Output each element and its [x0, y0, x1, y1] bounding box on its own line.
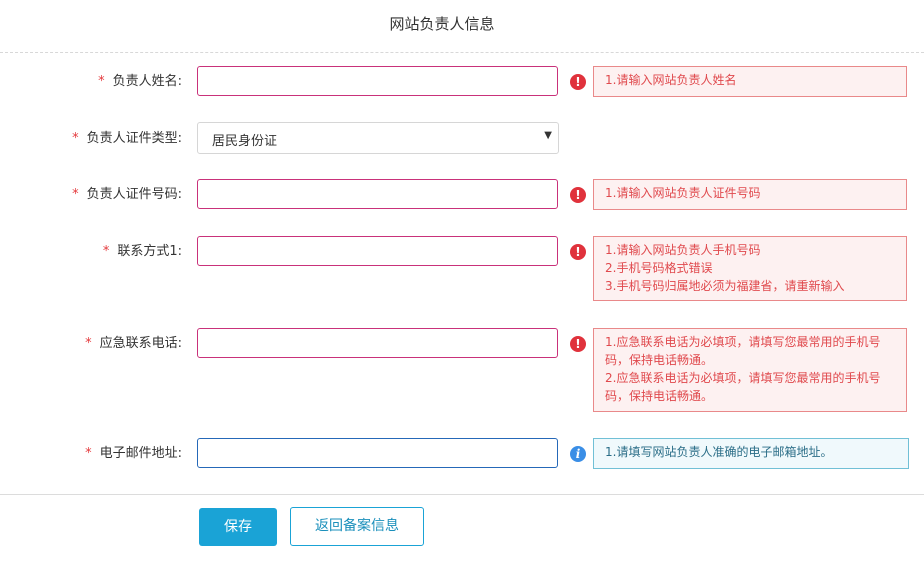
error-icon: !	[570, 74, 586, 90]
error-icon: !	[570, 336, 586, 352]
back-to-filing-info-button[interactable]: 返回备案信息	[290, 507, 424, 546]
phone-error-message: 1.请输入网站负责人手机号码 2.手机号码格式错误 3.手机号码归属地必须为福建…	[593, 236, 907, 301]
footer-divider	[0, 494, 924, 495]
required-star: *	[102, 244, 110, 259]
save-button[interactable]: 保存	[199, 508, 277, 546]
name-input[interactable]	[197, 66, 558, 96]
required-star: *	[72, 187, 79, 202]
error-icon: !	[570, 187, 586, 203]
required-star: *	[85, 336, 92, 351]
phone-input[interactable]	[197, 236, 558, 266]
email-label: * 电子邮件地址:	[85, 446, 182, 461]
name-label: * 负责人姓名:	[98, 74, 182, 89]
id-number-label: * 负责人证件号码:	[72, 187, 182, 202]
phone-label: * 联系方式1:	[102, 244, 182, 259]
required-star: *	[98, 74, 105, 89]
dropdown-arrow-icon: ▼	[544, 130, 552, 141]
emergency-phone-label: * 应急联系电话:	[85, 336, 182, 351]
id-number-input[interactable]	[197, 179, 558, 209]
name-error-message: 1.请输入网站负责人姓名	[593, 66, 907, 97]
page-title: 网站负责人信息	[389, 15, 495, 33]
required-star: *	[72, 131, 79, 146]
email-input[interactable]	[197, 438, 558, 468]
dashed-divider	[0, 52, 924, 53]
id-type-label: * 负责人证件类型:	[72, 131, 182, 146]
emergency-phone-input[interactable]	[197, 328, 558, 358]
id-type-selected-value: 居民身份证	[212, 134, 278, 149]
id-number-error-message: 1.请输入网站负责人证件号码	[593, 179, 907, 210]
error-icon: !	[570, 244, 586, 260]
required-star: *	[85, 446, 92, 461]
emergency-phone-error-message: 1.应急联系电话为必填项，请填写您最常用的手机号码，保持电话畅通。 2.应急联系…	[593, 328, 907, 412]
id-type-select[interactable]: 居民身份证 ▼	[197, 122, 559, 154]
email-info-message: 1.请填写网站负责人准确的电子邮箱地址。	[593, 438, 909, 469]
info-icon: i	[570, 446, 586, 462]
